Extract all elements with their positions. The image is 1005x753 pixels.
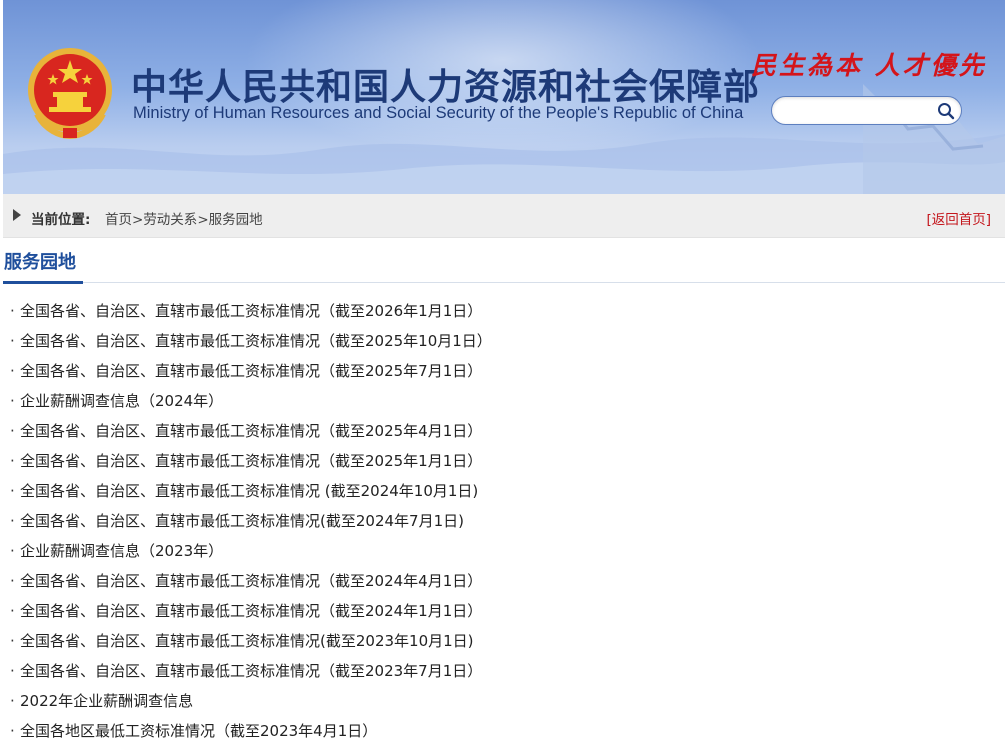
news-link[interactable]: 全国各地区最低工资标准情况（截至2023年4月1日） <box>20 722 377 740</box>
breadcrumb: 当前位置: 首页>劳动关系>服务园地 [返回首页] <box>3 194 1005 238</box>
news-link[interactable]: 全国各省、自治区、直辖市最低工资标准情况（截至2024年4月1日） <box>20 572 482 590</box>
list-item[interactable]: · 企业薪酬调查信息（2023年） <box>10 536 1000 566</box>
breadcrumb-separator: > <box>132 212 144 228</box>
list-item[interactable]: · 全国各省、自治区、直辖市最低工资标准情况(截至2023年10月1日) <box>10 626 1000 656</box>
list-item[interactable]: · 全国各省、自治区、直辖市最低工资标准情况（截至2023年7月1日） <box>10 656 1000 686</box>
bullet: · <box>10 422 15 440</box>
bullet: · <box>10 512 15 530</box>
bullet: · <box>10 692 15 710</box>
breadcrumb-labor-relations[interactable]: 劳动关系 <box>143 212 197 228</box>
list-item[interactable]: · 全国各省、自治区、直辖市最低工资标准情况（截至2024年4月1日） <box>10 566 1000 596</box>
bullet: · <box>10 722 15 740</box>
bullet: · <box>10 392 15 410</box>
news-link[interactable]: 2022年企业薪酬调查信息 <box>20 692 193 710</box>
news-list: · 全国各省、自治区、直辖市最低工资标准情况（截至2026年1月1日） · 全国各省… <box>10 296 1000 746</box>
search-box <box>771 96 962 125</box>
search-icon[interactable] <box>937 102 955 120</box>
news-link[interactable]: 全国各省、自治区、直辖市最低工资标准情况 (截至2024年10月1日) <box>20 482 478 500</box>
site-title-chinese: 中华人民共和国人力资源和社会保障部 <box>131 67 761 108</box>
list-item[interactable]: · 全国各省、自治区、直辖市最低工资标准情况（截至2025年1月1日） <box>10 446 1000 476</box>
bullet: · <box>10 572 15 590</box>
news-link[interactable]: 全国各省、自治区、直辖市最低工资标准情况(截至2024年7月1日) <box>20 512 464 530</box>
site-title-english: Ministry of Human Resources and Social S… <box>133 104 744 122</box>
bullet: · <box>10 452 15 470</box>
list-item[interactable]: · 全国各省、自治区、直辖市最低工资标准情况（截至2024年1月1日） <box>10 596 1000 626</box>
list-item[interactable]: · 全国各省、自治区、直辖市最低工资标准情况(截至2024年7月1日) <box>10 506 1000 536</box>
list-item[interactable]: · 全国各地区最低工资标准情况（截至2023年4月1日） <box>10 716 1000 746</box>
back-home-link[interactable]: [返回首页] <box>926 208 991 228</box>
breadcrumb-service-garden[interactable]: 服务园地 <box>209 212 263 228</box>
breadcrumb-path: 首页>劳动关系>服务园地 <box>105 208 263 228</box>
bullet: · <box>10 482 15 500</box>
breadcrumb-separator: > <box>197 212 209 228</box>
bullet: · <box>10 302 15 320</box>
header-banner: 中华人民共和国人力资源和社会保障部 Ministry of Human Reso… <box>3 0 1005 194</box>
section-title: 服务园地 <box>4 252 76 273</box>
list-item[interactable]: · 全国各省、自治区、直辖市最低工资标准情况 (截至2024年10月1日) <box>10 476 1000 506</box>
triangle-right-icon <box>13 209 21 221</box>
list-item[interactable]: · 全国各省、自治区、直辖市最低工资标准情况（截至2025年10月1日） <box>10 326 1000 356</box>
list-item[interactable]: · 全国各省、自治区、直辖市最低工资标准情况（截至2026年1月1日） <box>10 296 1000 326</box>
slogan: 民生為本 人才優先 <box>751 51 987 80</box>
news-link[interactable]: 企业薪酬调查信息（2024年） <box>20 392 223 410</box>
section-divider-accent <box>3 281 83 284</box>
bullet: · <box>10 602 15 620</box>
search-input[interactable] <box>784 101 934 121</box>
news-link[interactable]: 全国各省、自治区、直辖市最低工资标准情况（截至2025年1月1日） <box>20 452 482 470</box>
news-link[interactable]: 全国各省、自治区、直辖市最低工资标准情况（截至2024年1月1日） <box>20 602 482 620</box>
news-link[interactable]: 全国各省、自治区、直辖市最低工资标准情况（截至2026年1月1日） <box>20 302 482 320</box>
list-item[interactable]: · 2022年企业薪酬调查信息 <box>10 686 1000 716</box>
bullet: · <box>10 632 15 650</box>
section-divider <box>3 282 1005 283</box>
bullet: · <box>10 542 15 560</box>
list-item[interactable]: · 全国各省、自治区、直辖市最低工资标准情况（截至2025年4月1日） <box>10 416 1000 446</box>
news-link[interactable]: 全国各省、自治区、直辖市最低工资标准情况（截至2025年4月1日） <box>20 422 482 440</box>
breadcrumb-label: 当前位置: <box>31 212 91 228</box>
news-link[interactable]: 全国各省、自治区、直辖市最低工资标准情况(截至2023年10月1日) <box>20 632 474 650</box>
news-link[interactable]: 全国各省、自治区、直辖市最低工资标准情况（截至2025年7月1日） <box>20 362 482 380</box>
bullet: · <box>10 662 15 680</box>
bullet: · <box>10 362 15 380</box>
breadcrumb-home[interactable]: 首页 <box>105 212 132 228</box>
list-item[interactable]: · 企业薪酬调查信息（2024年） <box>10 386 1000 416</box>
news-link[interactable]: 企业薪酬调查信息（2023年） <box>20 542 223 560</box>
national-emblem-icon <box>28 48 112 140</box>
bullet: · <box>10 332 15 350</box>
news-link[interactable]: 全国各省、自治区、直辖市最低工资标准情况（截至2025年10月1日） <box>20 332 492 350</box>
news-link[interactable]: 全国各省、自治区、直辖市最低工资标准情况（截至2023年7月1日） <box>20 662 482 680</box>
list-item[interactable]: · 全国各省、自治区、直辖市最低工资标准情况（截至2025年7月1日） <box>10 356 1000 386</box>
